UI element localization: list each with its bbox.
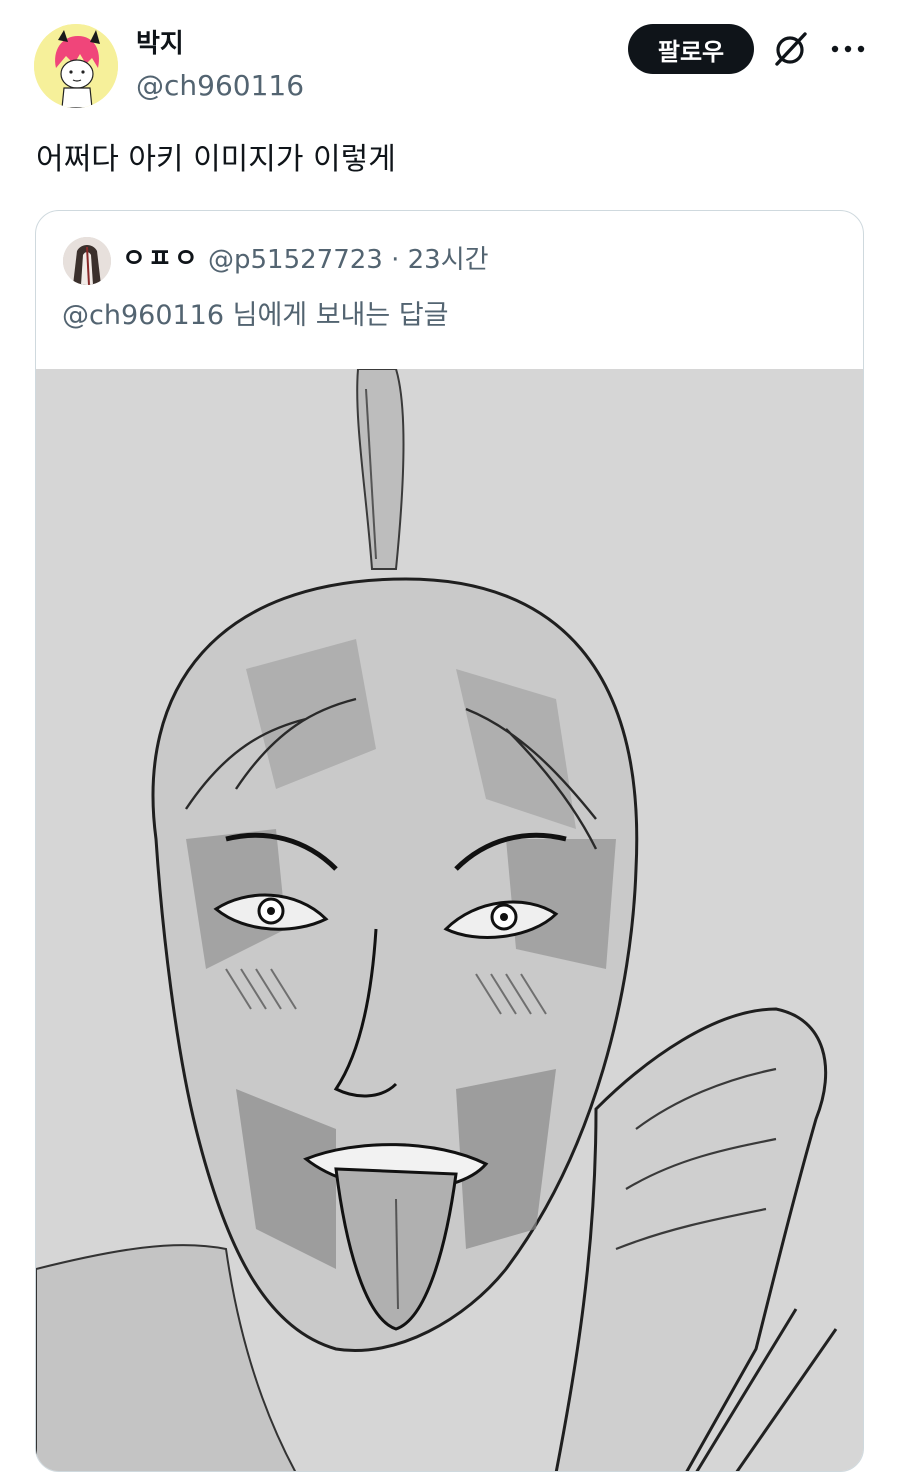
quoted-tweet[interactable]: ㅇㅍㅇ @p51527723 · 23시간 @ch960116 님에게 보내는 …: [35, 210, 864, 1472]
quoted-image[interactable]: [36, 369, 863, 1471]
quoted-reply-to: @ch960116 님에게 보내는 답글: [62, 300, 449, 331]
quoted-handle-time[interactable]: @p51527723 · 23시간: [208, 242, 489, 278]
avatar-illustration: [34, 24, 118, 108]
follow-button[interactable]: 팔로우: [628, 24, 754, 74]
tweet-header: 박지 @ch960116 팔로우: [34, 22, 866, 112]
avatar[interactable]: [34, 24, 118, 108]
quoted-avatar[interactable]: [63, 237, 111, 285]
author-handle[interactable]: @ch960116: [136, 68, 304, 104]
grok-icon[interactable]: [772, 30, 810, 68]
tweet-text: 어쩌다 아키 이미지가 이렇게: [36, 142, 396, 177]
sketch-illustration: [36, 369, 863, 1471]
quoted-author-name[interactable]: ㅇㅍㅇ: [122, 241, 200, 277]
author-name[interactable]: 박지: [136, 26, 184, 62]
quoted-avatar-illustration: [63, 237, 111, 285]
more-icon[interactable]: [830, 30, 866, 68]
